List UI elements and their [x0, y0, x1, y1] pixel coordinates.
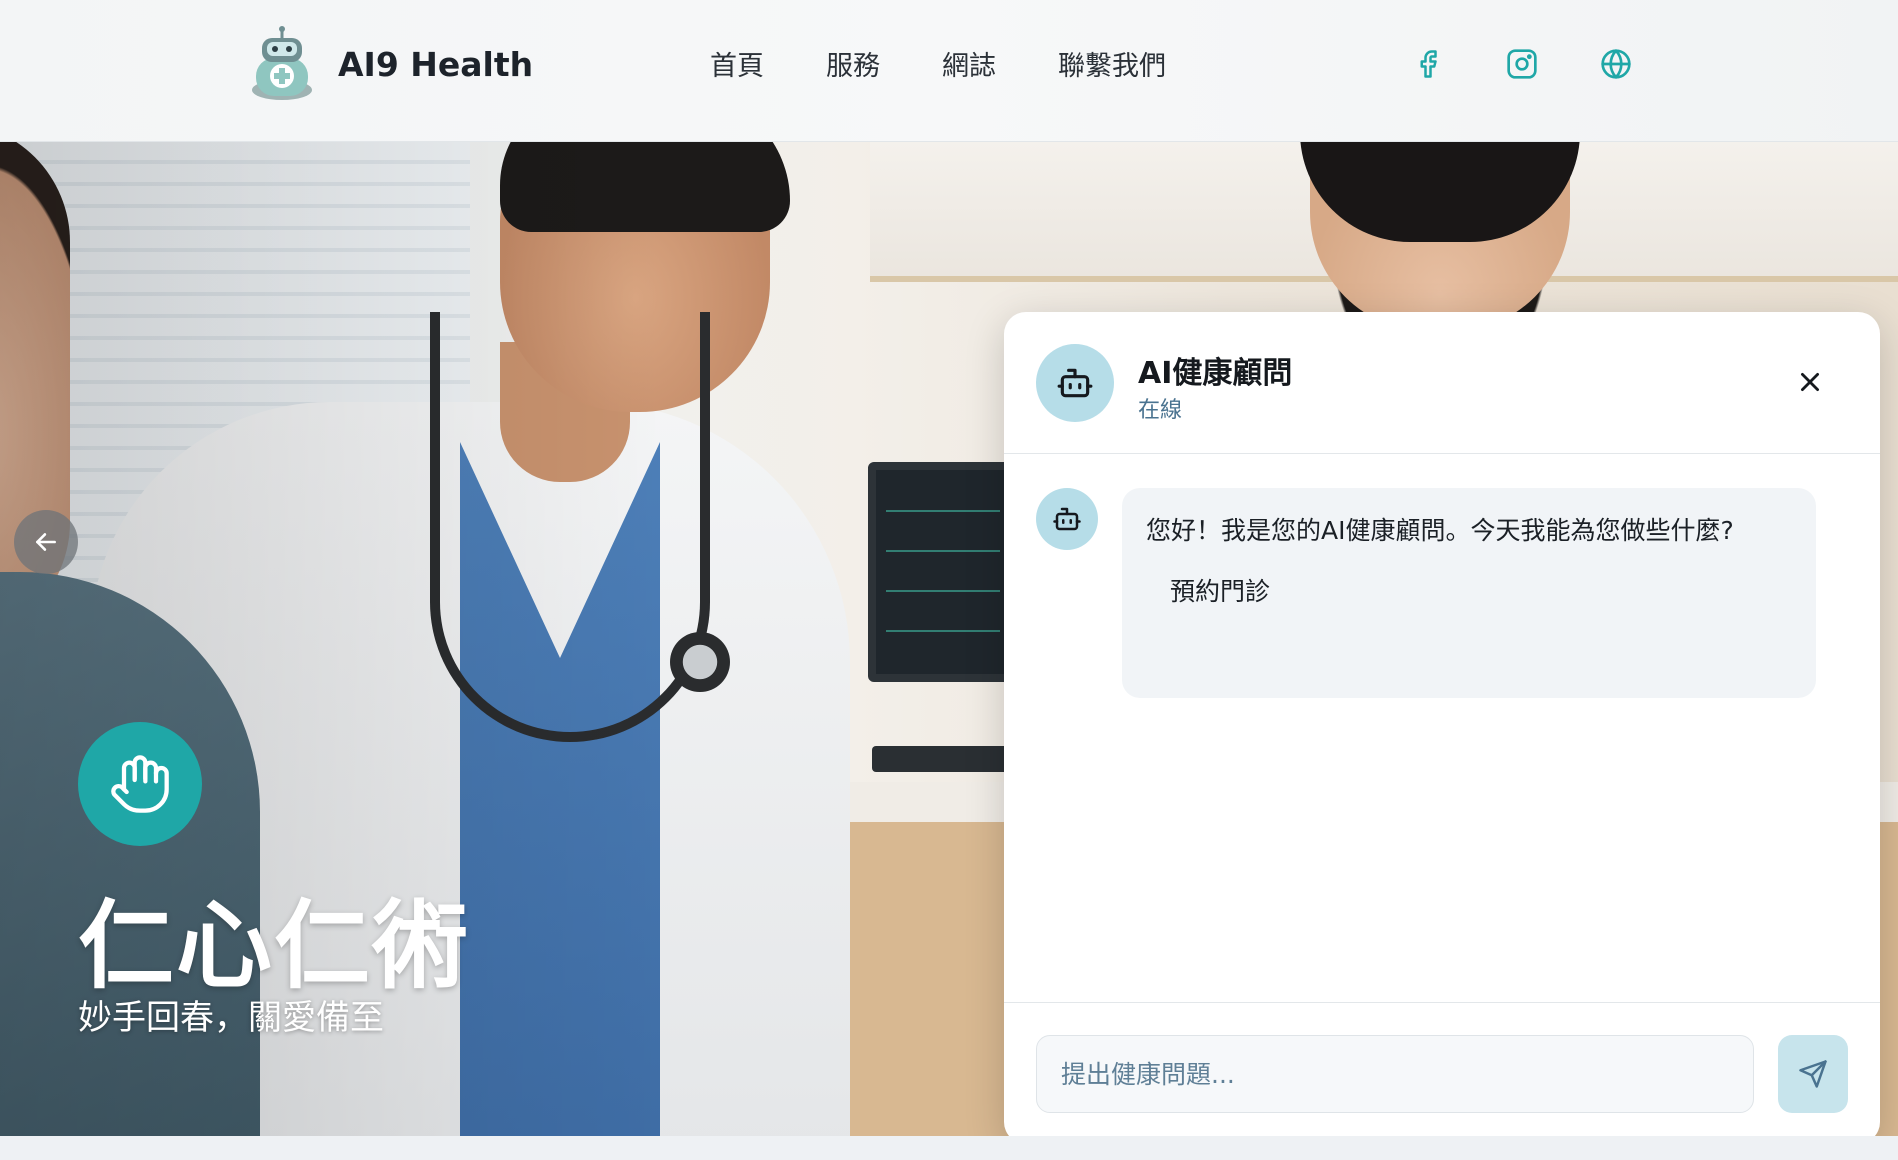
- brand-logo[interactable]: AI9 Health: [246, 24, 533, 104]
- social-links: [1410, 46, 1692, 82]
- chat-status: 在線: [1138, 398, 1183, 423]
- chat-avatar: [1036, 344, 1114, 422]
- message-avatar: [1036, 488, 1098, 550]
- nav-item-services[interactable]: 服務: [826, 44, 880, 83]
- robot-doctor-logo-icon: [246, 24, 318, 104]
- facebook-icon[interactable]: [1410, 46, 1446, 82]
- ai-chat-panel: AI健康顧問 在線 您好！我是您的AI健康顧問。今天我能為您做些什麼? 預約門診: [1004, 312, 1880, 1144]
- bot-message: 您好！我是您的AI健康顧問。今天我能為您做些什麼? 預約門診: [1122, 488, 1816, 698]
- chat-footer: [1004, 1002, 1880, 1144]
- chat-header: AI健康顧問 在線: [1004, 312, 1880, 454]
- instagram-icon[interactable]: [1504, 46, 1540, 82]
- hero-title: 仁心仁術: [78, 890, 470, 1002]
- arrow-left-icon: [36, 533, 56, 551]
- nav-item-blog[interactable]: 網誌: [942, 44, 996, 83]
- carousel-prev-button[interactable]: [14, 510, 78, 574]
- hand-icon: [111, 755, 169, 813]
- hero-badge: [78, 722, 202, 846]
- chat-close-button[interactable]: [1790, 362, 1830, 402]
- brand-name: AI9 Health: [338, 44, 534, 84]
- chat-input[interactable]: [1036, 1035, 1754, 1113]
- bot-icon: [1053, 507, 1081, 531]
- close-icon: [1801, 373, 1819, 391]
- nav-item-contact[interactable]: 聯繫我們: [1058, 44, 1166, 83]
- site-header: AI9 Health 首頁 服務 網誌 聯繫我們: [0, 0, 1898, 142]
- book-appointment-option[interactable]: 預約門診: [1170, 572, 1270, 608]
- hero-subtitle: 妙手回春，關愛備至: [78, 998, 384, 1038]
- globe-icon[interactable]: [1598, 46, 1634, 82]
- nav-item-home[interactable]: 首頁: [710, 44, 764, 83]
- main-nav: 首頁 服務 網誌 聯繫我們: [710, 44, 1228, 83]
- send-icon: [1799, 1060, 1827, 1088]
- chat-title: AI健康顧問: [1138, 356, 1293, 391]
- send-button[interactable]: [1778, 1035, 1848, 1113]
- page-bottom-strip: [0, 1136, 1898, 1160]
- bot-icon: [1057, 368, 1093, 398]
- bot-message-text: 您好！我是您的AI健康顧問。今天我能為您做些什麼?: [1146, 516, 1734, 545]
